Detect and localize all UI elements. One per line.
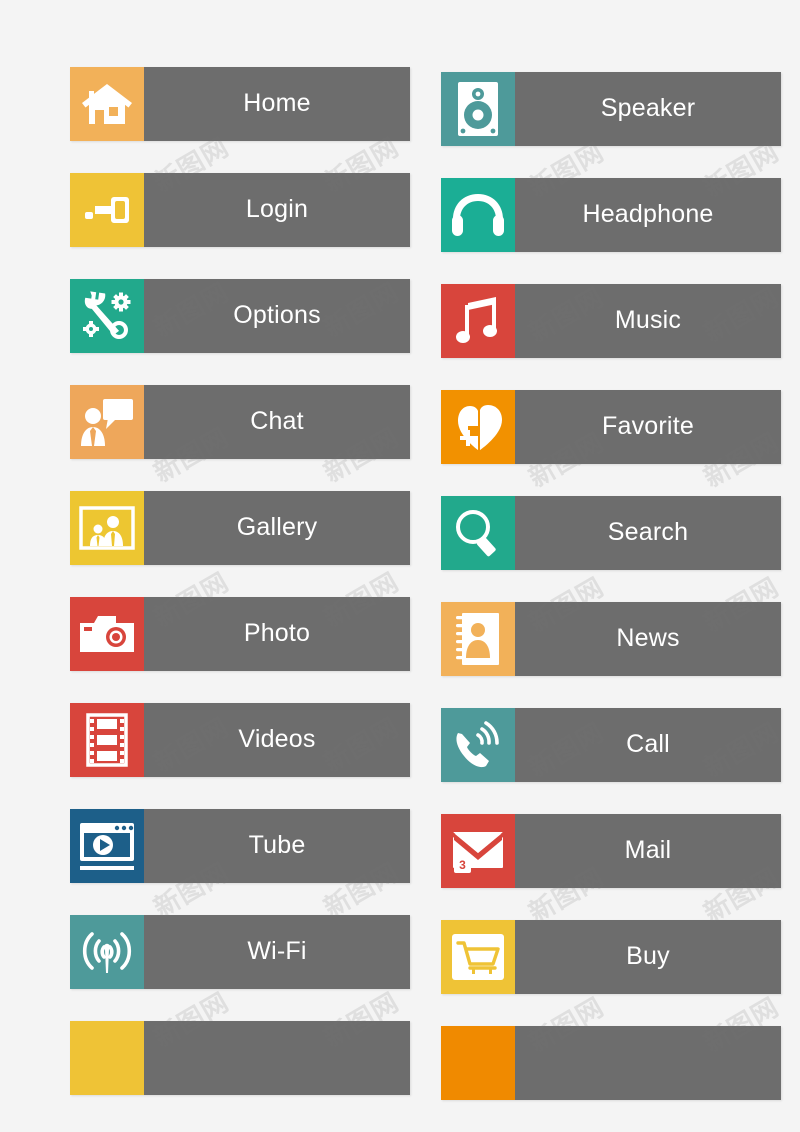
- menu-button-speaker[interactable]: Speaker: [441, 72, 781, 146]
- menu-button-label: Mail: [624, 835, 672, 864]
- menu-button-music[interactable]: Music: [441, 284, 781, 358]
- right-column: Speaker Headphone Music Favorite Search: [441, 72, 781, 1132]
- cut-off-icon[interactable]: [441, 1026, 515, 1100]
- menu-button-search[interactable]: Search: [441, 496, 781, 570]
- left-column: Home Login Options Chat Gallery Photo Vi…: [70, 67, 410, 1127]
- menu-button-label-bar[interactable]: Gallery: [144, 491, 410, 565]
- menu-button-label: Speaker: [600, 93, 696, 122]
- speaker-box-icon[interactable]: [441, 72, 515, 146]
- camera-icon[interactable]: [70, 597, 144, 671]
- menu-button-label-bar[interactable]: Chat: [144, 385, 410, 459]
- menu-button-label-bar[interactable]: Tube: [144, 809, 410, 883]
- menu-button-label: Options: [233, 300, 321, 329]
- menu-button-login[interactable]: Login: [70, 173, 410, 247]
- cut-off-icon[interactable]: [70, 1021, 144, 1095]
- menu-button-label-bar[interactable]: Videos: [144, 703, 410, 777]
- menu-button-favorite[interactable]: Favorite: [441, 390, 781, 464]
- menu-button-label: Music: [614, 305, 682, 334]
- menu-button-label: Headphone: [582, 199, 714, 228]
- menu-button-wi-fi[interactable]: Wi-Fi: [70, 915, 410, 989]
- music-note-icon[interactable]: [441, 284, 515, 358]
- video-player-window-icon[interactable]: [70, 809, 144, 883]
- menu-button-label-bar[interactable]: Speaker: [515, 72, 781, 146]
- menu-button-photo[interactable]: Photo: [70, 597, 410, 671]
- menu-button-call[interactable]: Call: [441, 708, 781, 782]
- menu-button-label: Photo: [243, 618, 311, 647]
- menu-button-label-bar[interactable]: Photo: [144, 597, 410, 671]
- menu-button-label: Gallery: [236, 512, 318, 541]
- menu-button-label-bar[interactable]: News: [515, 602, 781, 676]
- menu-button-label-bar[interactable]: Search: [515, 496, 781, 570]
- menu-button-label: Login: [245, 194, 309, 223]
- menu-button-gallery[interactable]: Gallery: [70, 491, 410, 565]
- photo-frame-people-icon[interactable]: [70, 491, 144, 565]
- menu-button-label: Tube: [248, 830, 306, 859]
- menu-button-buy[interactable]: Buy: [441, 920, 781, 994]
- menu-button-label: Call: [626, 729, 670, 758]
- headphones-icon[interactable]: [441, 178, 515, 252]
- menu-button-label: Wi-Fi: [247, 936, 307, 965]
- wifi-signal-icon[interactable]: [70, 915, 144, 989]
- menu-button-label: News: [616, 623, 680, 652]
- menu-button-home[interactable]: Home: [70, 67, 410, 141]
- shopping-cart-icon[interactable]: [441, 920, 515, 994]
- menu-button-partial-9[interactable]: [441, 1026, 781, 1100]
- menu-button-board: Home Login Options Chat Gallery Photo Vi…: [0, 0, 800, 1100]
- person-speech-bubble-icon[interactable]: [70, 385, 144, 459]
- menu-button-label-bar[interactable]: Buy: [515, 920, 781, 994]
- menu-button-label-bar[interactable]: Mail: [515, 814, 781, 888]
- menu-button-tube[interactable]: Tube: [70, 809, 410, 883]
- menu-button-options[interactable]: Options: [70, 279, 410, 353]
- menu-button-news[interactable]: News: [441, 602, 781, 676]
- menu-button-chat[interactable]: Chat: [70, 385, 410, 459]
- unread-count-badge: 3: [454, 856, 471, 873]
- menu-button-label-bar[interactable]: [515, 1026, 781, 1100]
- menu-button-mail[interactable]: 3 Mail: [441, 814, 781, 888]
- menu-button-label-bar[interactable]: Call: [515, 708, 781, 782]
- menu-button-label-bar[interactable]: Headphone: [515, 178, 781, 252]
- wrench-gear-icon[interactable]: [70, 279, 144, 353]
- menu-button-videos[interactable]: Videos: [70, 703, 410, 777]
- contact-book-icon[interactable]: [441, 602, 515, 676]
- menu-button-label-bar[interactable]: Favorite: [515, 390, 781, 464]
- menu-button-label-bar[interactable]: [144, 1021, 410, 1095]
- phone-ringing-icon[interactable]: [441, 708, 515, 782]
- key-icon[interactable]: [70, 173, 144, 247]
- menu-button-label: Search: [607, 517, 689, 546]
- menu-button-label: Home: [243, 88, 311, 117]
- menu-button-label: Favorite: [602, 411, 694, 440]
- menu-button-label: Videos: [238, 724, 316, 753]
- menu-button-partial-9[interactable]: [70, 1021, 410, 1095]
- envelope-icon[interactable]: 3: [441, 814, 515, 888]
- menu-button-label: Chat: [250, 406, 304, 435]
- menu-button-label-bar[interactable]: Wi-Fi: [144, 915, 410, 989]
- menu-button-headphone[interactable]: Headphone: [441, 178, 781, 252]
- magnifier-icon[interactable]: [441, 496, 515, 570]
- menu-button-label-bar[interactable]: Music: [515, 284, 781, 358]
- menu-button-label: Buy: [626, 941, 670, 970]
- menu-button-label-bar[interactable]: Options: [144, 279, 410, 353]
- menu-button-label-bar[interactable]: Home: [144, 67, 410, 141]
- heart-plus-icon[interactable]: [441, 390, 515, 464]
- house-icon[interactable]: [70, 67, 144, 141]
- menu-button-label-bar[interactable]: Login: [144, 173, 410, 247]
- film-strip-icon[interactable]: [70, 703, 144, 777]
